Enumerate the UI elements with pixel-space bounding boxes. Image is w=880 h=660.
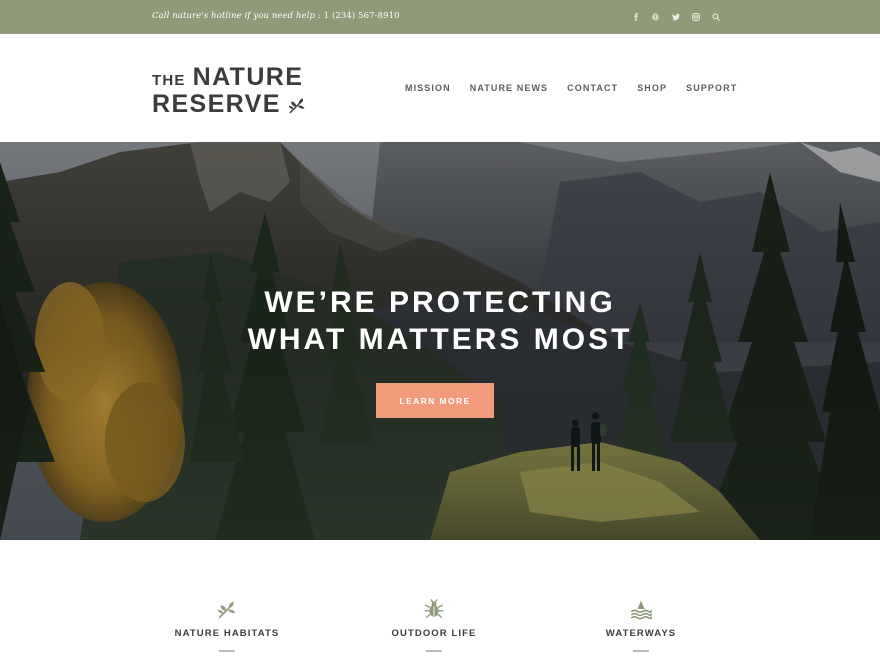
site-header: THE NATURE RESERVE MISSION NATURE NEWS C… xyxy=(0,34,880,142)
logo-leaf-icon xyxy=(288,97,305,113)
pinterest-icon[interactable] xyxy=(646,11,666,23)
hero-section: WE’RE PROTECTING WHAT MATTERS MOST LEARN… xyxy=(0,142,880,540)
nav-item-shop[interactable]: SHOP xyxy=(637,83,667,93)
feature-label: NATURE HABITATS xyxy=(174,628,280,639)
logo-reserve: RESERVE xyxy=(152,90,281,118)
waves-icon xyxy=(631,600,652,620)
hotline-text: Call nature's hotline if you need help :… xyxy=(152,11,400,21)
leaf-icon xyxy=(217,601,236,619)
feature-nature-habitats[interactable]: NATURE HABITATS xyxy=(137,598,317,652)
instagram-icon[interactable] xyxy=(686,11,706,23)
hotline-label: Call nature's hotline if you need help : xyxy=(152,11,324,21)
nav-item-support[interactable]: SUPPORT xyxy=(686,83,737,93)
feature-divider xyxy=(219,650,235,652)
bug-icon xyxy=(424,599,444,618)
nav-item-mission[interactable]: MISSION xyxy=(405,83,451,93)
learn-more-button[interactable]: LEARN MORE xyxy=(376,383,494,418)
search-icon[interactable] xyxy=(706,11,726,23)
nav-item-nature-news[interactable]: NATURE NEWS xyxy=(470,83,548,93)
feature-divider xyxy=(426,650,442,652)
nav-item-contact[interactable]: CONTACT xyxy=(567,83,618,93)
site-logo[interactable]: THE NATURE RESERVE xyxy=(152,64,307,117)
logo-the: THE xyxy=(152,72,186,89)
hero-title-line-2: WHAT MATTERS MOST xyxy=(247,323,633,356)
main-nav: MISSION NATURE NEWS CONTACT SHOP SUPPORT xyxy=(405,83,737,93)
feature-outdoor-life[interactable]: OUTDOOR LIFE xyxy=(344,598,524,652)
top-bar: Call nature's hotline if you need help :… xyxy=(0,0,880,34)
twitter-icon[interactable] xyxy=(666,11,686,23)
features-section: NATURE HABITATS OUTDOOR LIFE WATERWAYS xyxy=(0,540,880,660)
facebook-icon[interactable] xyxy=(626,11,646,23)
feature-label: OUTDOOR LIFE xyxy=(391,628,477,639)
hero-title-line-1: WE’RE PROTECTING xyxy=(264,286,616,319)
hotline-number[interactable]: 1 (234) 567-8910 xyxy=(324,11,400,21)
social-links xyxy=(626,11,726,23)
feature-label: WATERWAYS xyxy=(605,628,677,639)
hero-title: WE’RE PROTECTING WHAT MATTERS MOST xyxy=(0,284,880,358)
feature-divider xyxy=(633,650,649,652)
feature-waterways[interactable]: WATERWAYS xyxy=(551,598,731,652)
logo-nature: NATURE xyxy=(192,63,304,91)
